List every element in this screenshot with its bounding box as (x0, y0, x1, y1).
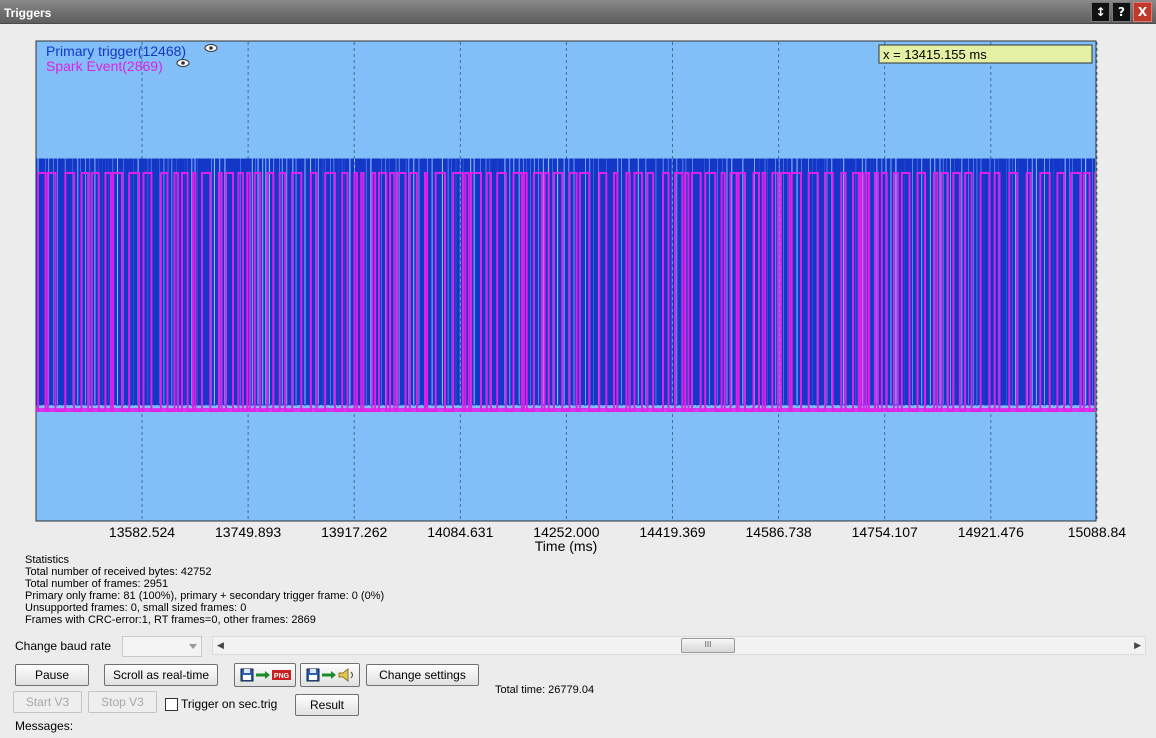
x-tick-label: 14419.369 (639, 524, 705, 540)
x-axis-label: Time (ms) (535, 538, 597, 554)
stat-line: Total number of frames: 2951 (25, 578, 169, 590)
stop-v3-button[interactable]: Stop V3 (88, 691, 157, 713)
save-sound-button[interactable] (300, 663, 360, 687)
statistics-heading: Statistics (25, 554, 70, 566)
scroll-realtime-button[interactable]: Scroll as real-time (104, 664, 218, 686)
x-tick-label: 13582.524 (109, 524, 175, 540)
horizontal-scrollbar[interactable]: ◀ III ▶ (212, 636, 1146, 655)
messages-label: Messages: (15, 719, 74, 733)
start-v3-button[interactable]: Start V3 (13, 691, 82, 713)
window-title: Triggers (4, 6, 52, 20)
spark-event-baseline (36, 408, 1095, 412)
eye-icon[interactable] (204, 44, 218, 52)
stat-line: Total number of received bytes: 42752 (25, 566, 212, 578)
stat-line: Primary only frame: 81 (100%), primary +… (25, 590, 385, 602)
chart-svg[interactable]: Primary trigger(12468) Spark Event(2869)… (0, 25, 1156, 555)
close-button[interactable]: X (1133, 2, 1152, 22)
save-png-button[interactable]: PNG (234, 663, 296, 687)
statistics-panel: Statistics Total number of received byte… (25, 554, 384, 626)
legend-spark-event: Spark Event(2869) (46, 58, 163, 74)
baud-rate-label: Change baud rate (15, 639, 112, 653)
x-tick-label: 14586.738 (746, 524, 812, 540)
stat-line: Frames with CRC-error:1, RT frames=0, ot… (25, 614, 316, 626)
chevron-down-icon (189, 644, 197, 649)
pause-button[interactable]: Pause (15, 664, 89, 686)
save-png-icon: PNG (240, 668, 291, 682)
total-time: Total time: 26779.04 (495, 684, 595, 696)
stat-line: Unsupported frames: 0, small sized frame… (25, 602, 247, 614)
x-tick-label: 13749.893 (215, 524, 281, 540)
window-titlebar: Triggers ↕ ? X (0, 0, 1156, 24)
cursor-readout: x = 13415.155 ms (883, 47, 987, 62)
scroll-left-icon[interactable]: ◀ (217, 640, 224, 651)
x-tick-label: 14084.631 (427, 524, 493, 540)
x-tick-label: 14754.107 (852, 524, 918, 540)
x-tick-label: 15088.84 (1068, 524, 1127, 540)
baud-rate-select[interactable] (122, 636, 202, 657)
legend-primary-trigger: Primary trigger(12468) (46, 43, 186, 59)
png-badge: PNG (274, 673, 290, 680)
help-button[interactable]: ? (1112, 2, 1131, 22)
x-tick-label: 14921.476 (958, 524, 1024, 540)
result-button[interactable]: Result (295, 694, 359, 716)
save-sound-icon (306, 668, 353, 682)
eye-icon[interactable] (176, 59, 190, 67)
resize-button[interactable]: ↕ (1091, 2, 1110, 22)
scroll-right-icon[interactable]: ▶ (1134, 640, 1141, 651)
x-axis-ticks: 13582.524 13749.893 13917.262 14084.631 1425… (109, 524, 1126, 540)
cursor-readout-box: x = 13415.155 ms (878, 44, 1093, 64)
x-tick-label: 13917.262 (321, 524, 387, 540)
trigger-on-sec-checkbox[interactable] (165, 698, 178, 711)
change-settings-button[interactable]: Change settings (366, 664, 479, 686)
scroll-thumb[interactable]: III (681, 638, 735, 653)
trigger-on-sec-label: Trigger on sec.trig (181, 697, 278, 711)
trigger-chart[interactable]: Primary trigger(12468) Spark Event(2869)… (0, 25, 1156, 555)
